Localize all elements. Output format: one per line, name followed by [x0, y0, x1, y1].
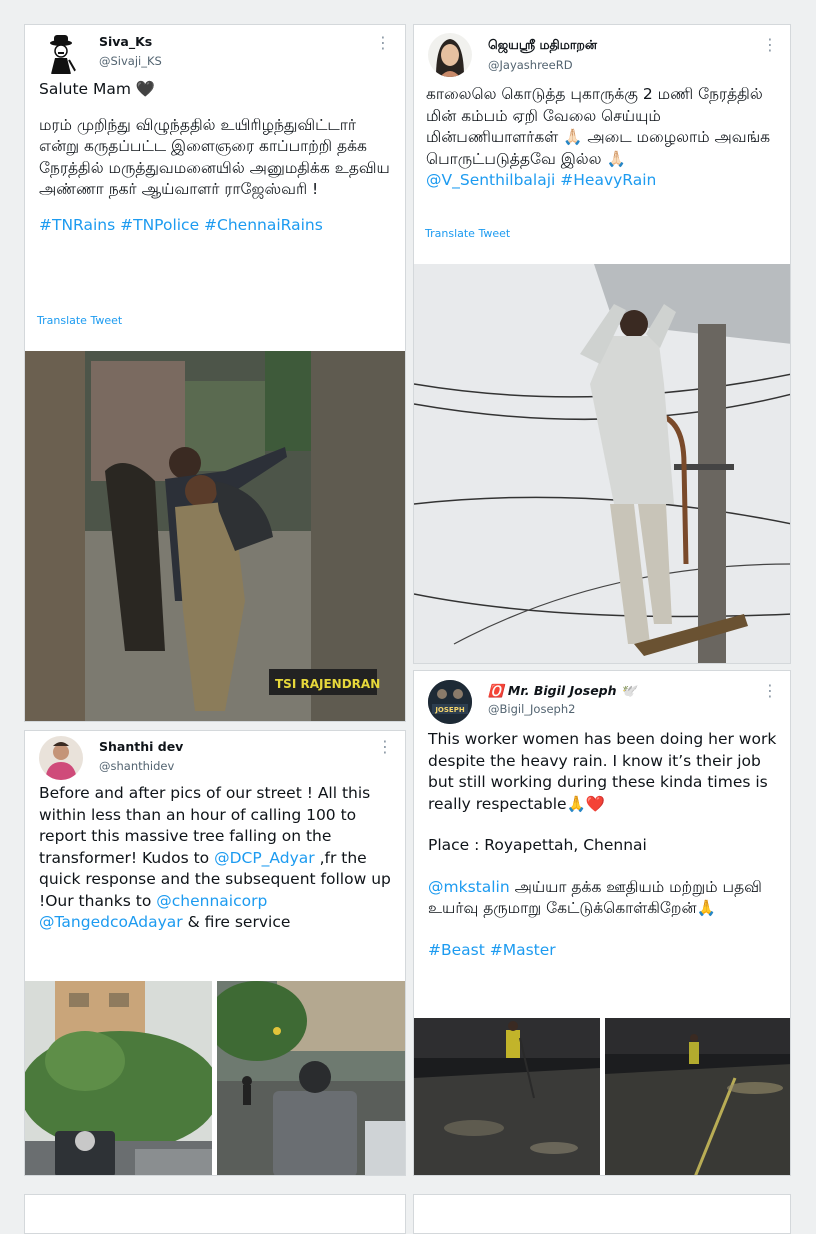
- tweet-text: This worker women has been doing her wor…: [428, 729, 782, 961]
- tweet-text: காலைலெ கொடுத்த புகாருக்கு 2 மணி நேரத்தில…: [426, 84, 782, 192]
- mention-link[interactable]: @V_Senthilbalaji: [426, 171, 555, 189]
- hashtag-link[interactable]: #HeavyRain: [560, 171, 656, 189]
- user-name[interactable]: 🅾️ Mr. Bigil Joseph 🕊️: [488, 683, 636, 699]
- tweet-card-bigiljoseph[interactable]: JOSEPH 🅾️ Mr. Bigil Joseph 🕊️ @Bigil_Jos…: [413, 670, 791, 1176]
- tweet-paragraph: & fire service: [182, 913, 291, 931]
- mention-link[interactable]: @mkstalin: [428, 878, 510, 896]
- tweet-line: Salute Mam 🖤: [39, 80, 156, 98]
- tweet-card-partial[interactable]: [413, 1194, 791, 1234]
- tweet-card-shanthidev[interactable]: Shanthi dev @shanthidev ⋮ Before and aft…: [24, 730, 406, 1176]
- tweet-paragraph: This worker women has been doing her wor…: [428, 730, 777, 813]
- more-dots-icon[interactable]: ⋮: [762, 681, 778, 700]
- tweet-card-partial[interactable]: [24, 1194, 406, 1234]
- tweet-photo-after[interactable]: [217, 981, 405, 1175]
- avatar[interactable]: [428, 33, 472, 77]
- tweet-photo-worker-1[interactable]: [414, 1018, 600, 1175]
- more-dots-icon[interactable]: ⋮: [762, 35, 778, 54]
- mention-link[interactable]: @DCP_Adyar: [214, 849, 315, 867]
- user-handle[interactable]: @JayashreeRD: [488, 58, 573, 72]
- tweet-text: Before and after pics of our street ! Al…: [39, 783, 395, 934]
- tweet-paragraph: காலைலெ கொடுத்த புகாருக்கு 2 மணி நேரத்தில…: [426, 85, 771, 168]
- tweet-photo-before[interactable]: [25, 981, 212, 1175]
- tweet-card-jayashree[interactable]: ஜெயஶ்ரீ மதிமாறன் @JayashreeRD ⋮ காலைலெ க…: [413, 24, 791, 664]
- translate-tweet-link[interactable]: Translate Tweet: [37, 314, 122, 327]
- user-name[interactable]: Shanthi dev: [99, 739, 183, 754]
- hashtag-link[interactable]: #Beast #Master: [428, 940, 782, 962]
- translate-tweet-link[interactable]: Translate Tweet: [425, 227, 510, 240]
- user-name[interactable]: ஜெயஶ்ரீ மதிமாறன்: [488, 37, 597, 54]
- mention-link[interactable]: @TangedcoAdayar: [39, 913, 183, 931]
- tweet-text: Salute Mam 🖤 மரம் முறிந்து விழுந்ததில் உ…: [39, 79, 395, 236]
- tweet-card-sivaks[interactable]: Siva_Ks @Sivaji_KS ⋮ Salute Mam 🖤 மரம் ம…: [24, 24, 406, 722]
- avatar[interactable]: [39, 736, 83, 780]
- user-handle[interactable]: @shanthidev: [99, 759, 174, 773]
- user-name[interactable]: Siva_Ks: [99, 34, 152, 49]
- tweet-place: Place : Royapettah, Chennai: [428, 836, 647, 854]
- video-watermark: TSI RAJENDRAN: [275, 677, 380, 691]
- tweet-video[interactable]: TSI RAJENDRAN: [25, 351, 405, 721]
- user-handle[interactable]: @Sivaji_KS: [99, 54, 162, 68]
- user-handle[interactable]: @Bigil_Joseph2: [488, 702, 575, 716]
- mention-link[interactable]: @chennaicorp: [156, 892, 267, 910]
- more-dots-icon[interactable]: ⋮: [377, 737, 393, 756]
- tweet-paragraph: மரம் முறிந்து விழுந்ததில் உயிரிழந்துவிட்…: [39, 115, 390, 199]
- tweet-photo[interactable]: [414, 264, 790, 663]
- avatar[interactable]: JOSEPH: [428, 680, 472, 724]
- avatar[interactable]: [39, 32, 83, 76]
- tweet-photo-worker-2[interactable]: [605, 1018, 790, 1175]
- more-dots-icon[interactable]: ⋮: [375, 33, 391, 52]
- avatar-text: JOSEPH: [434, 706, 465, 714]
- hashtag-link[interactable]: #TNRains #TNPolice #ChennaiRains: [39, 215, 395, 237]
